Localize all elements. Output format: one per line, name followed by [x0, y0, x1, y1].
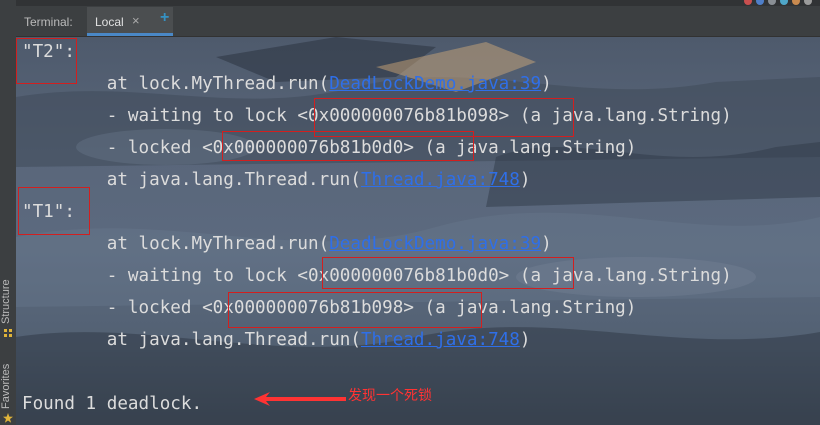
t1-run-suffix: )	[541, 234, 552, 254]
left-tool-strip: Structure Favorites	[0, 0, 17, 425]
favorites-tool-tab[interactable]: Favorites	[0, 352, 16, 425]
favorites-tab-label: Favorites	[0, 363, 12, 409]
terminal-output[interactable]: "T2": at lock.MyThread.run(DeadLockDemo.…	[16, 37, 820, 425]
toolbar-red-icon[interactable]	[744, 0, 752, 5]
t2-thread-link[interactable]: Thread.java:748	[361, 170, 520, 190]
t1-thread-prefix: at java.lang.Thread.run(	[106, 330, 361, 350]
structure-tab-label: Structure	[0, 279, 12, 324]
structure-tool-tab[interactable]: Structure	[0, 268, 16, 342]
annotation-arrow-icon	[254, 392, 346, 406]
t1-highlight-box	[18, 187, 90, 235]
terminal-header: Terminal: Local × +	[16, 0, 820, 37]
toolbar-orange-icon[interactable]	[792, 0, 800, 5]
t1-run-prefix: at lock.MyThread.run(	[106, 234, 330, 254]
toolbar-gray-icon[interactable]	[768, 0, 776, 5]
new-session-button[interactable]: +	[160, 9, 169, 27]
deadlock-summary: Found 1 deadlock.	[22, 394, 203, 414]
t2-stack-run-line: at lock.MyThread.run(DeadLockDemo.java:3…	[22, 73, 552, 95]
ide-window: Structure Favorites Terminal: Local × + …	[0, 0, 820, 425]
toolbar-icons	[744, 0, 812, 5]
toolbar-blue-icon[interactable]	[756, 0, 764, 5]
close-icon[interactable]: ×	[132, 13, 140, 28]
t1-thread-run-line: at java.lang.Thread.run(Thread.java:748)	[22, 329, 531, 351]
t2-run-prefix: at lock.MyThread.run(	[106, 74, 330, 94]
terminal-background-image	[16, 37, 820, 425]
top-toolbar-strip	[16, 0, 820, 6]
t1-waiting-address-box	[322, 257, 574, 289]
t2-run-suffix: )	[541, 74, 552, 94]
t2-thread-prefix: at java.lang.Thread.run(	[106, 170, 361, 190]
toolbar-light-icon[interactable]	[804, 0, 812, 5]
toolbar-cyan-icon[interactable]	[780, 0, 788, 5]
t1-stack-run-line: at lock.MyThread.run(DeadLockDemo.java:3…	[22, 233, 552, 255]
t1-thread-link[interactable]: Thread.java:748	[361, 330, 520, 350]
t1-source-link[interactable]: DeadLockDemo.java:39	[329, 234, 541, 254]
t2-thread-suffix: )	[519, 170, 531, 190]
structure-icon	[4, 329, 12, 337]
t2-locked-address-box	[222, 131, 474, 161]
terminal-title: Terminal:	[24, 15, 73, 29]
deadlock-annotation: 发现一个死锁	[348, 387, 432, 403]
tab-local-label: Local	[95, 15, 124, 29]
star-icon	[3, 413, 13, 423]
t1-thread-suffix: )	[519, 330, 531, 350]
t2-highlight-box	[16, 38, 77, 84]
t1-locked-address-box	[228, 292, 482, 328]
t2-source-link[interactable]: DeadLockDemo.java:39	[329, 74, 541, 94]
t2-thread-run-line: at java.lang.Thread.run(Thread.java:748)	[22, 169, 531, 191]
